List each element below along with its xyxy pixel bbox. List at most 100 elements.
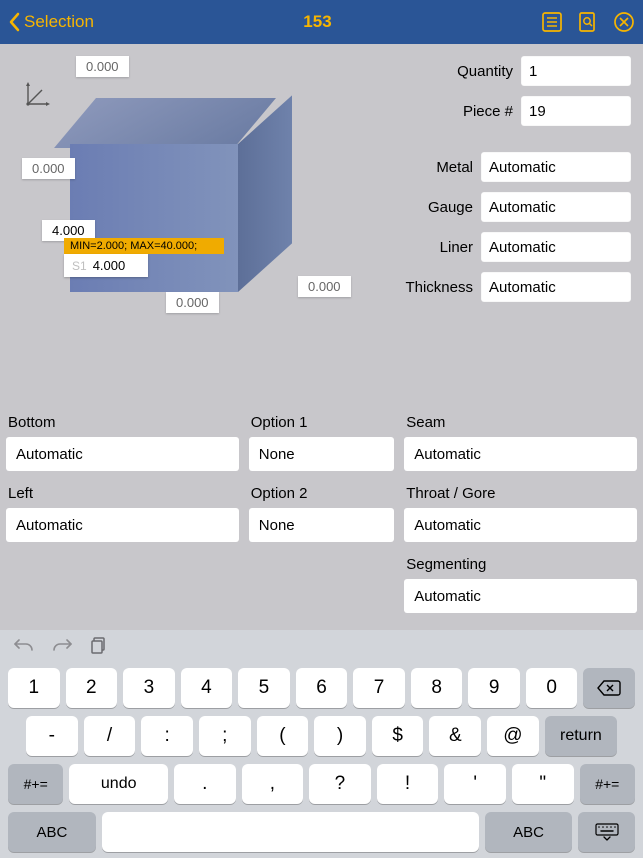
key-apos[interactable]: ' <box>444 764 506 804</box>
kb-row-3: #+= undo . , ? ! ' " #+= <box>4 764 639 804</box>
key-7[interactable]: 7 <box>353 668 405 708</box>
key-1[interactable]: 1 <box>8 668 60 708</box>
list-icon[interactable] <box>541 11 563 33</box>
kb-row-4: ABC ABC <box>4 812 639 852</box>
input-segmenting[interactable]: Automatic <box>404 579 637 613</box>
label-gauge: Gauge <box>391 199 473 216</box>
input-bottom[interactable]: Automatic <box>6 437 239 471</box>
chevron-left-icon <box>8 12 20 32</box>
field-gauge: Gauge <box>391 190 631 224</box>
input-left[interactable]: Automatic <box>6 508 239 542</box>
key-backspace[interactable] <box>583 668 635 708</box>
input-piece[interactable] <box>521 96 631 126</box>
page-title: 153 <box>94 12 541 32</box>
key-dismiss[interactable] <box>578 812 635 852</box>
key-0[interactable]: 0 <box>526 668 578 708</box>
input-thickness[interactable] <box>481 272 631 302</box>
label-throat: Throat / Gore <box>406 485 635 502</box>
key-semicolon[interactable]: ; <box>199 716 251 756</box>
key-slash[interactable]: / <box>84 716 136 756</box>
key-6[interactable]: 6 <box>296 668 348 708</box>
dim-bottom[interactable]: 0.000 <box>166 292 219 313</box>
label-liner: Liner <box>391 239 473 256</box>
key-question[interactable]: ? <box>309 764 371 804</box>
input-metal[interactable] <box>481 152 631 182</box>
key-abc-left[interactable]: ABC <box>8 812 96 852</box>
keyboard-toolbar <box>0 630 643 664</box>
label-bottom: Bottom <box>8 414 237 431</box>
options-col-3: Seam Automatic Throat / Gore Automatic S… <box>404 412 637 625</box>
nav-actions <box>541 11 635 33</box>
label-metal: Metal <box>391 159 473 176</box>
key-space[interactable] <box>102 812 479 852</box>
key-8[interactable]: 8 <box>411 668 463 708</box>
label-seam: Seam <box>406 414 635 431</box>
keyboard: 1 2 3 4 5 6 7 8 9 0 - / : ; ( ) $ & @ re… <box>0 630 643 858</box>
active-dim-label: S1 <box>72 259 87 273</box>
key-undo[interactable]: undo <box>69 764 168 804</box>
key-dash[interactable]: - <box>26 716 78 756</box>
key-amp[interactable]: & <box>429 716 481 756</box>
hide-keyboard-icon <box>595 823 619 841</box>
input-option2[interactable]: None <box>249 508 394 542</box>
field-piece: Piece # <box>391 94 631 128</box>
input-throat[interactable]: Automatic <box>404 508 637 542</box>
back-button[interactable]: Selection <box>8 12 94 32</box>
top-nav: Selection 153 <box>0 0 643 44</box>
label-option2: Option 2 <box>251 485 392 502</box>
key-shift-right[interactable]: #+= <box>580 764 635 804</box>
key-period[interactable]: . <box>174 764 236 804</box>
field-quantity: Quantity <box>391 54 631 88</box>
active-dimension-input[interactable]: S1 4.000 <box>64 254 148 277</box>
options-col-1: Bottom Automatic Left Automatic <box>6 412 239 625</box>
input-gauge[interactable] <box>481 192 631 222</box>
key-comma[interactable]: , <box>242 764 304 804</box>
options-grid: Bottom Automatic Left Automatic Option 1… <box>6 412 637 625</box>
input-quantity[interactable] <box>521 56 631 86</box>
backspace-icon <box>597 679 621 697</box>
options-col-2: Option 1 None Option 2 None <box>249 412 394 625</box>
key-at[interactable]: @ <box>487 716 539 756</box>
key-lparen[interactable]: ( <box>257 716 309 756</box>
field-thickness: Thickness <box>391 270 631 304</box>
key-colon[interactable]: : <box>141 716 193 756</box>
input-liner[interactable] <box>481 232 631 262</box>
range-tooltip: MIN=2.000; MAX=40.000; <box>64 238 224 254</box>
search-doc-icon[interactable] <box>577 11 599 33</box>
input-seam[interactable]: Automatic <box>404 437 637 471</box>
label-left: Left <box>8 485 237 502</box>
key-quote[interactable]: " <box>512 764 574 804</box>
key-return[interactable]: return <box>545 716 617 756</box>
dim-top[interactable]: 0.000 <box>76 56 129 77</box>
back-label: Selection <box>24 12 94 32</box>
key-5[interactable]: 5 <box>238 668 290 708</box>
key-exclaim[interactable]: ! <box>377 764 439 804</box>
close-icon[interactable] <box>613 11 635 33</box>
dim-left[interactable]: 0.000 <box>22 158 75 179</box>
undo-icon[interactable] <box>14 637 34 657</box>
key-dollar[interactable]: $ <box>372 716 424 756</box>
active-dim-value: 4.000 <box>93 258 126 273</box>
content-area: 0.000 0.000 4.000 0.000 0.000 MIN=2.000;… <box>0 44 643 630</box>
redo-icon[interactable] <box>52 637 72 657</box>
key-abc-right[interactable]: ABC <box>485 812 573 852</box>
field-liner: Liner <box>391 230 631 264</box>
key-rparen[interactable]: ) <box>314 716 366 756</box>
label-quantity: Quantity <box>391 63 513 80</box>
key-2[interactable]: 2 <box>66 668 118 708</box>
input-option1[interactable]: None <box>249 437 394 471</box>
clipboard-icon[interactable] <box>90 636 108 658</box>
key-shift-left[interactable]: #+= <box>8 764 63 804</box>
label-thickness: Thickness <box>391 279 473 296</box>
key-4[interactable]: 4 <box>181 668 233 708</box>
label-option1: Option 1 <box>251 414 392 431</box>
key-3[interactable]: 3 <box>123 668 175 708</box>
label-piece: Piece # <box>391 103 513 120</box>
dim-right[interactable]: 0.000 <box>298 276 351 297</box>
properties-form: Quantity Piece # Metal Gauge Liner Thick… <box>391 54 631 304</box>
label-segmenting: Segmenting <box>406 556 635 573</box>
key-9[interactable]: 9 <box>468 668 520 708</box>
kb-row-2: - / : ; ( ) $ & @ return <box>4 716 639 756</box>
origin-icon <box>24 80 52 112</box>
keyboard-rows: 1 2 3 4 5 6 7 8 9 0 - / : ; ( ) $ & @ re… <box>0 664 643 858</box>
